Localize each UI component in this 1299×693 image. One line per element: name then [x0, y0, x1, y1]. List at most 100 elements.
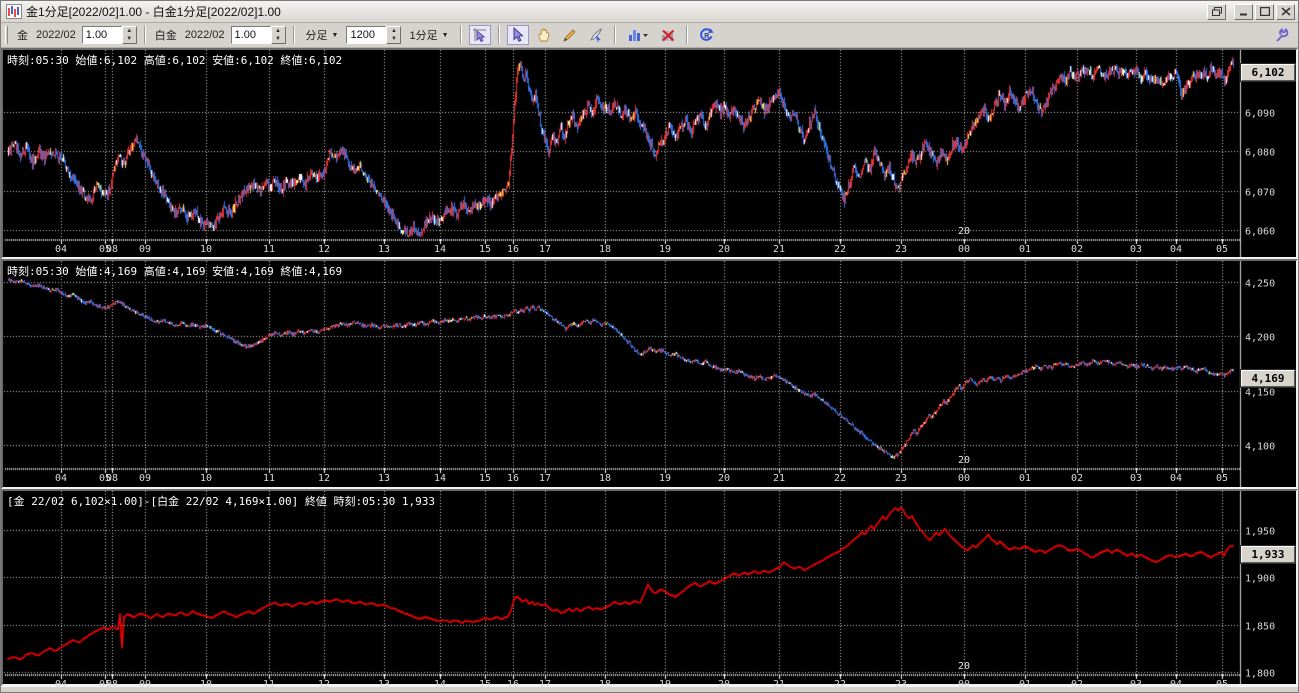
platinum-multiplier-spinner: ▲▼: [231, 26, 286, 44]
interval-dropdown[interactable]: 1分足▼: [405, 26, 452, 44]
delete-chart-button[interactable]: [657, 25, 679, 45]
x-tick-label: 14: [434, 473, 446, 484]
platinum-multiplier-input[interactable]: [231, 26, 271, 44]
x-tick-label: 17: [539, 473, 551, 484]
select-arrow-tool-button[interactable]: [507, 25, 529, 45]
x-tick-label: 23: [895, 244, 907, 255]
pen-annotate-tool-button[interactable]: [585, 25, 607, 45]
y-tick-label: 1,850: [1245, 621, 1275, 632]
x-tick-label: 22: [834, 679, 846, 690]
gold-contract-month[interactable]: 2022/02: [34, 29, 78, 41]
pencil-icon: [562, 27, 578, 43]
gold-multiplier-spinner: ▲▼: [82, 26, 137, 44]
gold-chart-canvas[interactable]: [3, 50, 1296, 257]
x-tick-label: 04: [1170, 473, 1182, 484]
x-tick-label: 13: [378, 473, 390, 484]
y-tick-label: 6,090: [1245, 109, 1275, 120]
x-tick-label: 21: [773, 473, 785, 484]
x-tick-label: 01: [1019, 679, 1031, 690]
bar-count-input[interactable]: [346, 26, 386, 44]
settings-wrench-button[interactable]: [1272, 25, 1294, 45]
y-tick-label: 6,070: [1245, 187, 1275, 198]
x-tick-label: 00: [958, 679, 970, 690]
date-label: 20: [958, 226, 970, 237]
horizontal-scrollbar[interactable]: [1, 686, 1298, 693]
bar-count-spinner: ▲▼: [346, 26, 401, 44]
platinum-chart-canvas[interactable]: [3, 261, 1296, 487]
x-tick-label: 17: [539, 679, 551, 690]
spread-chart-canvas[interactable]: [3, 491, 1296, 684]
gold-last-price-box: 6,102: [1241, 64, 1295, 81]
x-tick-label: 22: [834, 473, 846, 484]
svg-text:R: R: [704, 33, 709, 40]
x-tick-label: 09: [139, 679, 151, 690]
bar-type-dropdown[interactable]: 分足▼: [302, 26, 343, 44]
x-tick-label: 16: [507, 244, 519, 255]
chart-style-dropdown-button[interactable]: [623, 25, 653, 45]
minimize-button[interactable]: [1234, 4, 1253, 20]
x-tick-label: 12: [318, 244, 330, 255]
crosshair-cursor-tool-button[interactable]: [469, 25, 491, 45]
x-tick-label: 03: [1130, 679, 1142, 690]
pen-icon: [588, 27, 604, 43]
bar-chart-icon: [627, 27, 649, 43]
separator: [686, 26, 688, 44]
x-tick-label: 17: [539, 244, 551, 255]
gold-multiplier-input[interactable]: [82, 26, 122, 44]
platinum-ohlc-readout: 時刻:05:30 始値:4,169 高値:4,169 安値:4,169 終値:4…: [7, 263, 342, 279]
x-tick-label: 11: [263, 473, 275, 484]
toolbar-grip[interactable]: [5, 26, 8, 44]
title-bar[interactable]: 金1分足[2022/02]1.00 - 白金1分足[2022/02]1.00: [1, 1, 1298, 23]
date-label: 20: [958, 661, 970, 672]
x-tick-label: 15: [479, 244, 491, 255]
x-tick-label: 21: [773, 244, 785, 255]
x-tick-label: 23: [895, 473, 907, 484]
x-tick-label: 05: [1216, 679, 1228, 690]
x-tick-label: 18: [599, 244, 611, 255]
refresh-icon: R: [698, 27, 714, 43]
x-tick-label: 12: [318, 473, 330, 484]
x-tick-label: 02: [1071, 244, 1083, 255]
x-tick-label: 04: [55, 244, 67, 255]
x-tick-label: 20: [718, 244, 730, 255]
x-tick-label: 20: [718, 679, 730, 690]
x-tick-label: 12: [318, 679, 330, 690]
x-tick-label: 08: [106, 473, 118, 484]
platinum-multiplier-updown[interactable]: ▲▼: [271, 26, 286, 44]
x-tick-label: 14: [434, 679, 446, 690]
x-tick-label: 18: [599, 473, 611, 484]
x-tick-label: 00: [958, 244, 970, 255]
spread-last-value-box: 1,933: [1241, 546, 1295, 563]
bar-count-updown[interactable]: ▲▼: [386, 26, 401, 44]
x-tick-label: 22: [834, 244, 846, 255]
y-tick-label: 4,100: [1245, 441, 1275, 452]
x-tick-label: 11: [263, 679, 275, 690]
gold-ohlc-readout: 時刻:05:30 始値:6,102 高値:6,102 安値:6,102 終値:6…: [7, 52, 342, 68]
pencil-draw-tool-button[interactable]: [559, 25, 581, 45]
x-tick-label: 04: [55, 679, 67, 690]
x-tick-label: 10: [200, 473, 212, 484]
x-tick-label: 04: [1170, 679, 1182, 690]
restore-button[interactable]: [1207, 4, 1226, 20]
x-tick-label: 00: [958, 473, 970, 484]
x-tick-label: 05: [1216, 473, 1228, 484]
platinum-contract-month[interactable]: 2022/02: [183, 29, 227, 41]
close-button[interactable]: [1276, 4, 1295, 20]
x-tick-label: 10: [200, 679, 212, 690]
x-tick-label: 13: [378, 244, 390, 255]
pan-hand-tool-button[interactable]: [533, 25, 555, 45]
x-tick-label: 01: [1019, 244, 1031, 255]
chart-stack: 時刻:05:30 始値:6,102 高値:6,102 安値:6,102 終値:6…: [1, 48, 1298, 686]
y-tick-label: 4,150: [1245, 387, 1275, 398]
window-title: 金1分足[2022/02]1.00 - 白金1分足[2022/02]1.00: [26, 3, 1207, 20]
x-tick-label: 19: [659, 244, 671, 255]
chart-panel-spread: [金 22/02 6,102×1.00]-[白金 22/02 4,169×1.0…: [1, 489, 1298, 686]
gold-multiplier-updown[interactable]: ▲▼: [122, 26, 137, 44]
reload-chart-button[interactable]: R: [695, 25, 717, 45]
platinum-symbol-label: 白金: [153, 27, 179, 43]
chart-panel-gold: 時刻:05:30 始値:6,102 高値:6,102 安値:6,102 終値:6…: [1, 48, 1298, 259]
y-tick-label: 6,080: [1245, 148, 1275, 159]
maximize-button[interactable]: [1255, 4, 1274, 20]
x-tick-label: 14: [434, 244, 446, 255]
chevron-down-icon: ▼: [442, 32, 449, 39]
